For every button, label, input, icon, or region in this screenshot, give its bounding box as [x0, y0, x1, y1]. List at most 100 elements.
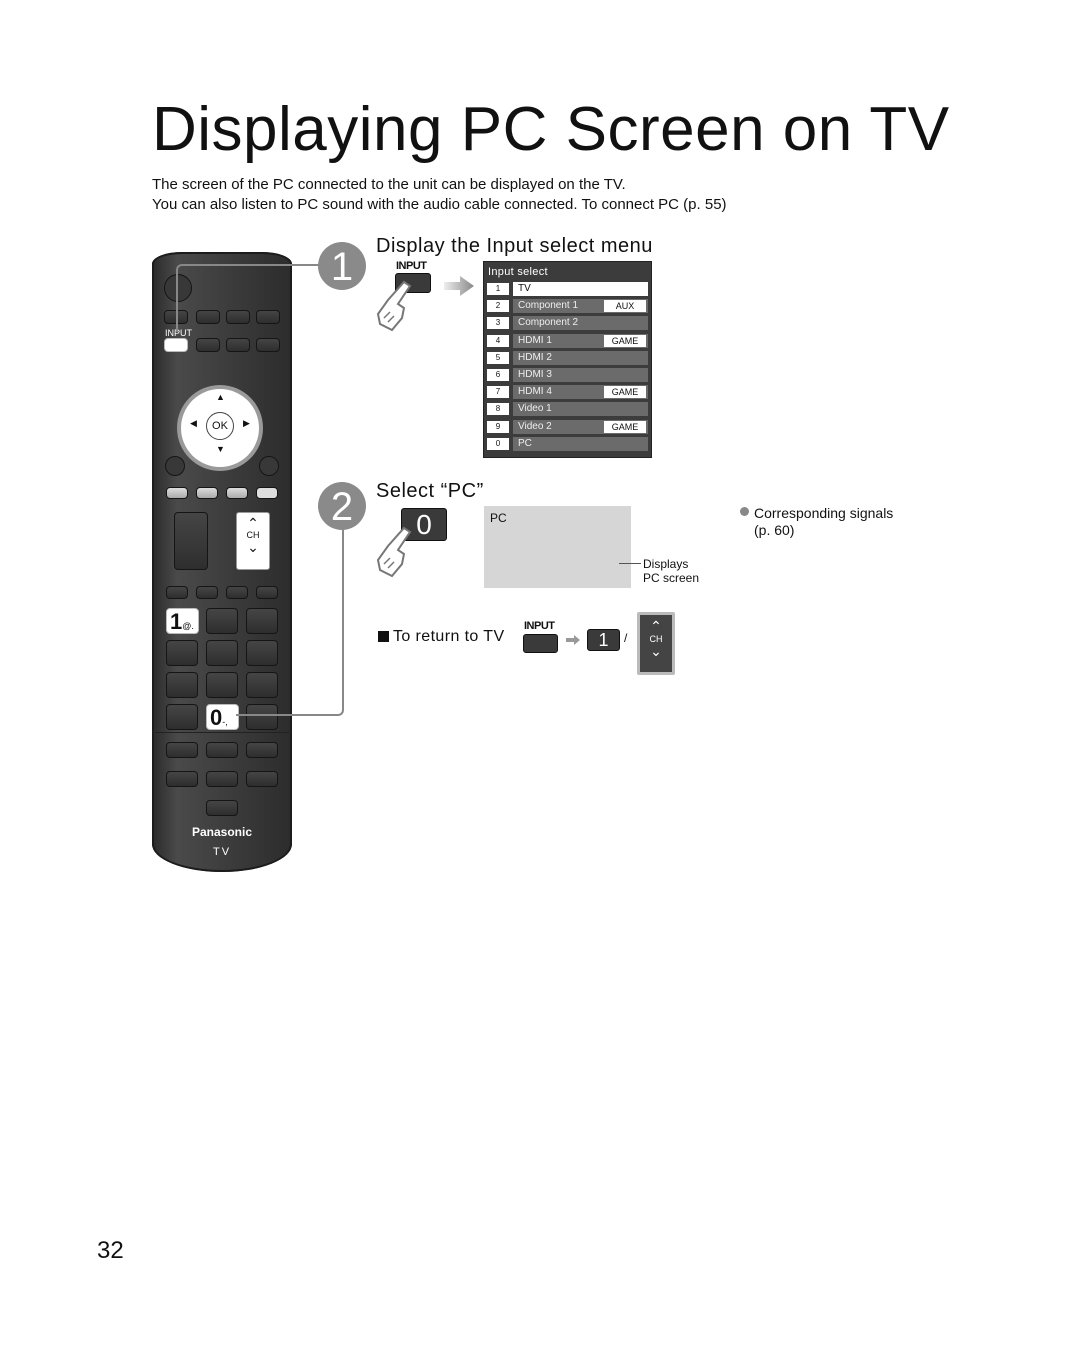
color-button	[226, 487, 248, 499]
menu-item[interactable]: 6 HDMI 3	[487, 368, 648, 382]
remote-button	[166, 586, 188, 599]
menu-item-tag: GAME	[604, 386, 646, 399]
menu-item-number: 1	[487, 283, 509, 295]
menu-item-label: TV	[513, 282, 648, 296]
menu-item-text: Component 1	[518, 300, 579, 312]
note-line-2: (p. 60)	[754, 522, 795, 538]
separator: /	[624, 631, 628, 645]
callout-line	[619, 563, 641, 564]
remote-key-0: 0-,	[206, 704, 239, 730]
arrow-down-icon: ▼	[216, 444, 225, 454]
remote-button	[246, 771, 278, 787]
return-input-label: INPUT	[524, 620, 555, 632]
menu-item[interactable]: 3 Component 2	[487, 316, 648, 331]
chevron-up-icon: ⌃	[247, 515, 259, 531]
callout-line-1: Displays	[643, 557, 689, 571]
remote-button	[226, 338, 250, 352]
return-ch-button: ⌃ CH ⌄	[640, 615, 672, 672]
arrow-right-icon	[566, 635, 580, 645]
key-0-label: 0	[210, 705, 223, 730]
remote-button	[165, 456, 185, 476]
pc-screen-label: PC	[490, 511, 507, 525]
remote-model-label: TV	[212, 846, 232, 858]
step-2-badge: 2	[318, 482, 366, 530]
color-button	[196, 487, 218, 499]
remote-key-2	[206, 608, 238, 634]
return-key-1: 1	[587, 629, 620, 651]
arrow-left-icon: ◀	[190, 418, 197, 428]
page-number: 32	[97, 1237, 124, 1264]
menu-item-tag: GAME	[604, 334, 646, 347]
menu-item-label: Video 2 GAME	[513, 419, 648, 434]
remote-button	[206, 742, 238, 758]
arrow-up-icon: ▲	[216, 392, 225, 402]
brand-logo: Panasonic	[191, 825, 253, 839]
remote-button	[166, 704, 198, 730]
pc-screen-preview: PC	[484, 506, 631, 588]
menu-item[interactable]: 0 PC	[487, 436, 648, 451]
key-1-label: 1	[170, 609, 183, 634]
page-title: Displaying PC Screen on TV	[152, 95, 950, 164]
menu-item-text: Video 2	[518, 420, 552, 432]
menu-item[interactable]: 7 HDMI 4 GAME	[487, 385, 648, 400]
remote-button	[259, 456, 279, 476]
remote-button	[206, 771, 238, 787]
remote-button	[246, 742, 278, 758]
remote-button	[256, 338, 280, 352]
menu-item-text: HDMI 1	[518, 334, 552, 346]
bullet-icon	[740, 507, 749, 516]
menu-item-number: 6	[487, 369, 509, 381]
menu-item[interactable]: 5 HDMI 2	[487, 350, 648, 365]
step-1-title: Display the Input select menu	[376, 235, 653, 257]
menu-item-text: Video 1	[518, 403, 552, 415]
key-1-sub: @.	[182, 621, 194, 631]
pc-screen-callout: Displays PC screen	[643, 557, 699, 585]
pressing-hand-icon	[376, 526, 412, 578]
menu-item-number: 2	[487, 300, 509, 313]
key-0-sub: -,	[222, 717, 228, 727]
menu-item-label: PC	[513, 436, 648, 451]
remote-input-button	[164, 338, 188, 352]
remote-key-7	[166, 672, 198, 698]
return-input-button	[523, 634, 558, 653]
remote-key-1: 1@.	[166, 608, 199, 634]
menu-item-label: HDMI 1 GAME	[513, 333, 648, 348]
menu-item-number: 3	[487, 317, 509, 330]
menu-item-tag: AUX	[604, 300, 646, 313]
menu-item-text: Component 2	[518, 317, 579, 329]
menu-item-label: Component 1 AUX	[513, 299, 648, 314]
menu-item[interactable]: 2 Component 1 AUX	[487, 299, 648, 314]
menu-item-number: 0	[487, 437, 509, 450]
callout-line-2: PC screen	[643, 571, 700, 585]
menu-item[interactable]: 8 Video 1	[487, 402, 648, 417]
menu-item[interactable]: 1 TV	[487, 282, 648, 296]
menu-item-text: HDMI 3	[518, 369, 552, 380]
input-button-label: INPUT	[396, 260, 427, 272]
menu-item[interactable]: 4 HDMI 1 GAME	[487, 333, 648, 348]
ok-button: OK	[206, 412, 234, 440]
menu-item-text: PC	[518, 437, 532, 449]
color-button	[166, 487, 188, 499]
return-to-tv-label: To return to TV	[393, 628, 505, 645]
remote-key-5	[206, 640, 238, 666]
return-ch-button-frame: ⌃ CH ⌄	[637, 612, 675, 675]
menu-item[interactable]: 9 Video 2 GAME	[487, 419, 648, 434]
remote-button	[196, 338, 220, 352]
arrow-right-icon: ▶	[243, 418, 250, 428]
chevron-down-icon: ⌄	[650, 643, 662, 659]
remote-button	[196, 586, 218, 599]
menu-item-number: 4	[487, 334, 509, 347]
menu-item-label: HDMI 4 GAME	[513, 385, 648, 400]
menu-item-tag: GAME	[604, 420, 646, 433]
arrow-right-icon	[444, 276, 474, 296]
input-select-menu: Input select 1 TV 2 Component 1 AUX 3 Componen…	[483, 261, 652, 458]
menu-item-text: HDMI 4	[518, 386, 552, 398]
step-1-badge: 1	[318, 242, 366, 290]
menu-item-number: 9	[487, 420, 509, 433]
menu-item-number: 7	[487, 386, 509, 399]
pressing-hand-icon	[376, 280, 412, 332]
leader-line-step-1	[176, 264, 326, 332]
menu-item-number: 5	[487, 351, 509, 364]
step-2-title: Select “PC”	[376, 480, 484, 502]
remote-button	[166, 771, 198, 787]
